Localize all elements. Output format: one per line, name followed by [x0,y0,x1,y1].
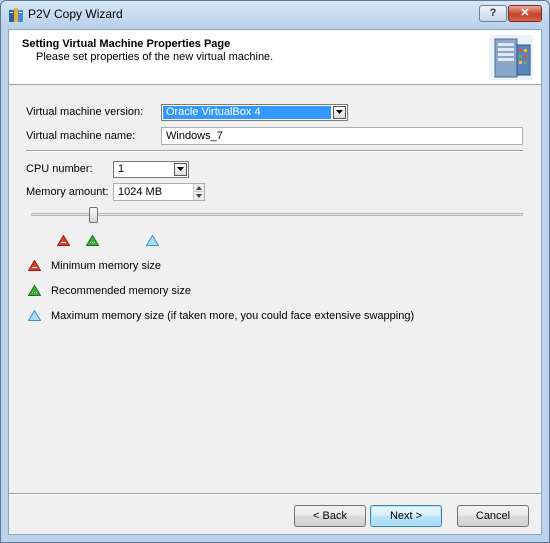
help-button[interactable]: ? [479,5,507,22]
max-memory-legend: Maximum memory size (if taken more, you … [51,310,415,322]
memory-slider-thumb[interactable] [89,207,98,223]
max-memory-legend-icon [28,310,41,321]
window-title: P2V Copy Wizard [28,7,123,21]
memory-spinner[interactable]: 1024 MB [113,183,205,201]
min-memory-marker-icon [57,235,70,246]
chevron-down-icon[interactable] [333,106,346,119]
page-subtitle: Please set properties of the new virtual… [36,51,274,63]
back-button[interactable]: < Back [294,505,366,527]
cpu-value: 1 [118,163,125,175]
max-memory-marker-icon [146,235,159,246]
vm-version-value: Oracle VirtualBox 4 [163,106,331,119]
spin-up-icon[interactable] [193,184,204,192]
page-header: Setting Virtual Machine Properties Page … [9,30,541,85]
close-button[interactable]: ✕ [508,5,542,22]
memory-slider-track[interactable] [31,213,523,216]
wizard-page: Setting Virtual Machine Properties Page … [8,29,542,535]
recommended-memory-legend-icon [28,285,41,296]
cancel-button[interactable]: Cancel [457,505,529,527]
page-title: Setting Virtual Machine Properties Page [22,38,231,50]
app-icon [9,8,23,22]
footer-divider [9,493,541,495]
vm-name-label: Virtual machine name: [26,130,136,142]
wizard-window: P2V Copy Wizard ? ✕ Setting Virtual Mach… [0,0,550,543]
min-memory-legend-icon [28,260,41,271]
memory-label: Memory amount: [26,186,109,198]
spin-down-icon[interactable] [193,192,204,200]
min-memory-legend: Minimum memory size [51,260,162,272]
vm-version-select[interactable]: Oracle VirtualBox 4 [161,104,348,121]
divider [26,150,523,152]
chevron-down-icon[interactable] [174,163,187,176]
vm-version-label: Virtual machine version: [26,106,144,118]
recommended-memory-marker-icon [86,235,99,246]
next-button[interactable]: Next > [370,505,442,527]
recommended-memory-legend: Recommended memory size [51,285,191,297]
memory-value: 1024 MB [118,186,163,198]
cpu-label: CPU number: [26,163,93,175]
title-bar[interactable]: P2V Copy Wizard ? ✕ [1,1,549,28]
cpu-select[interactable]: 1 [113,161,189,178]
vm-name-input[interactable]: Windows_7 [161,127,523,145]
server-icon [489,35,533,80]
